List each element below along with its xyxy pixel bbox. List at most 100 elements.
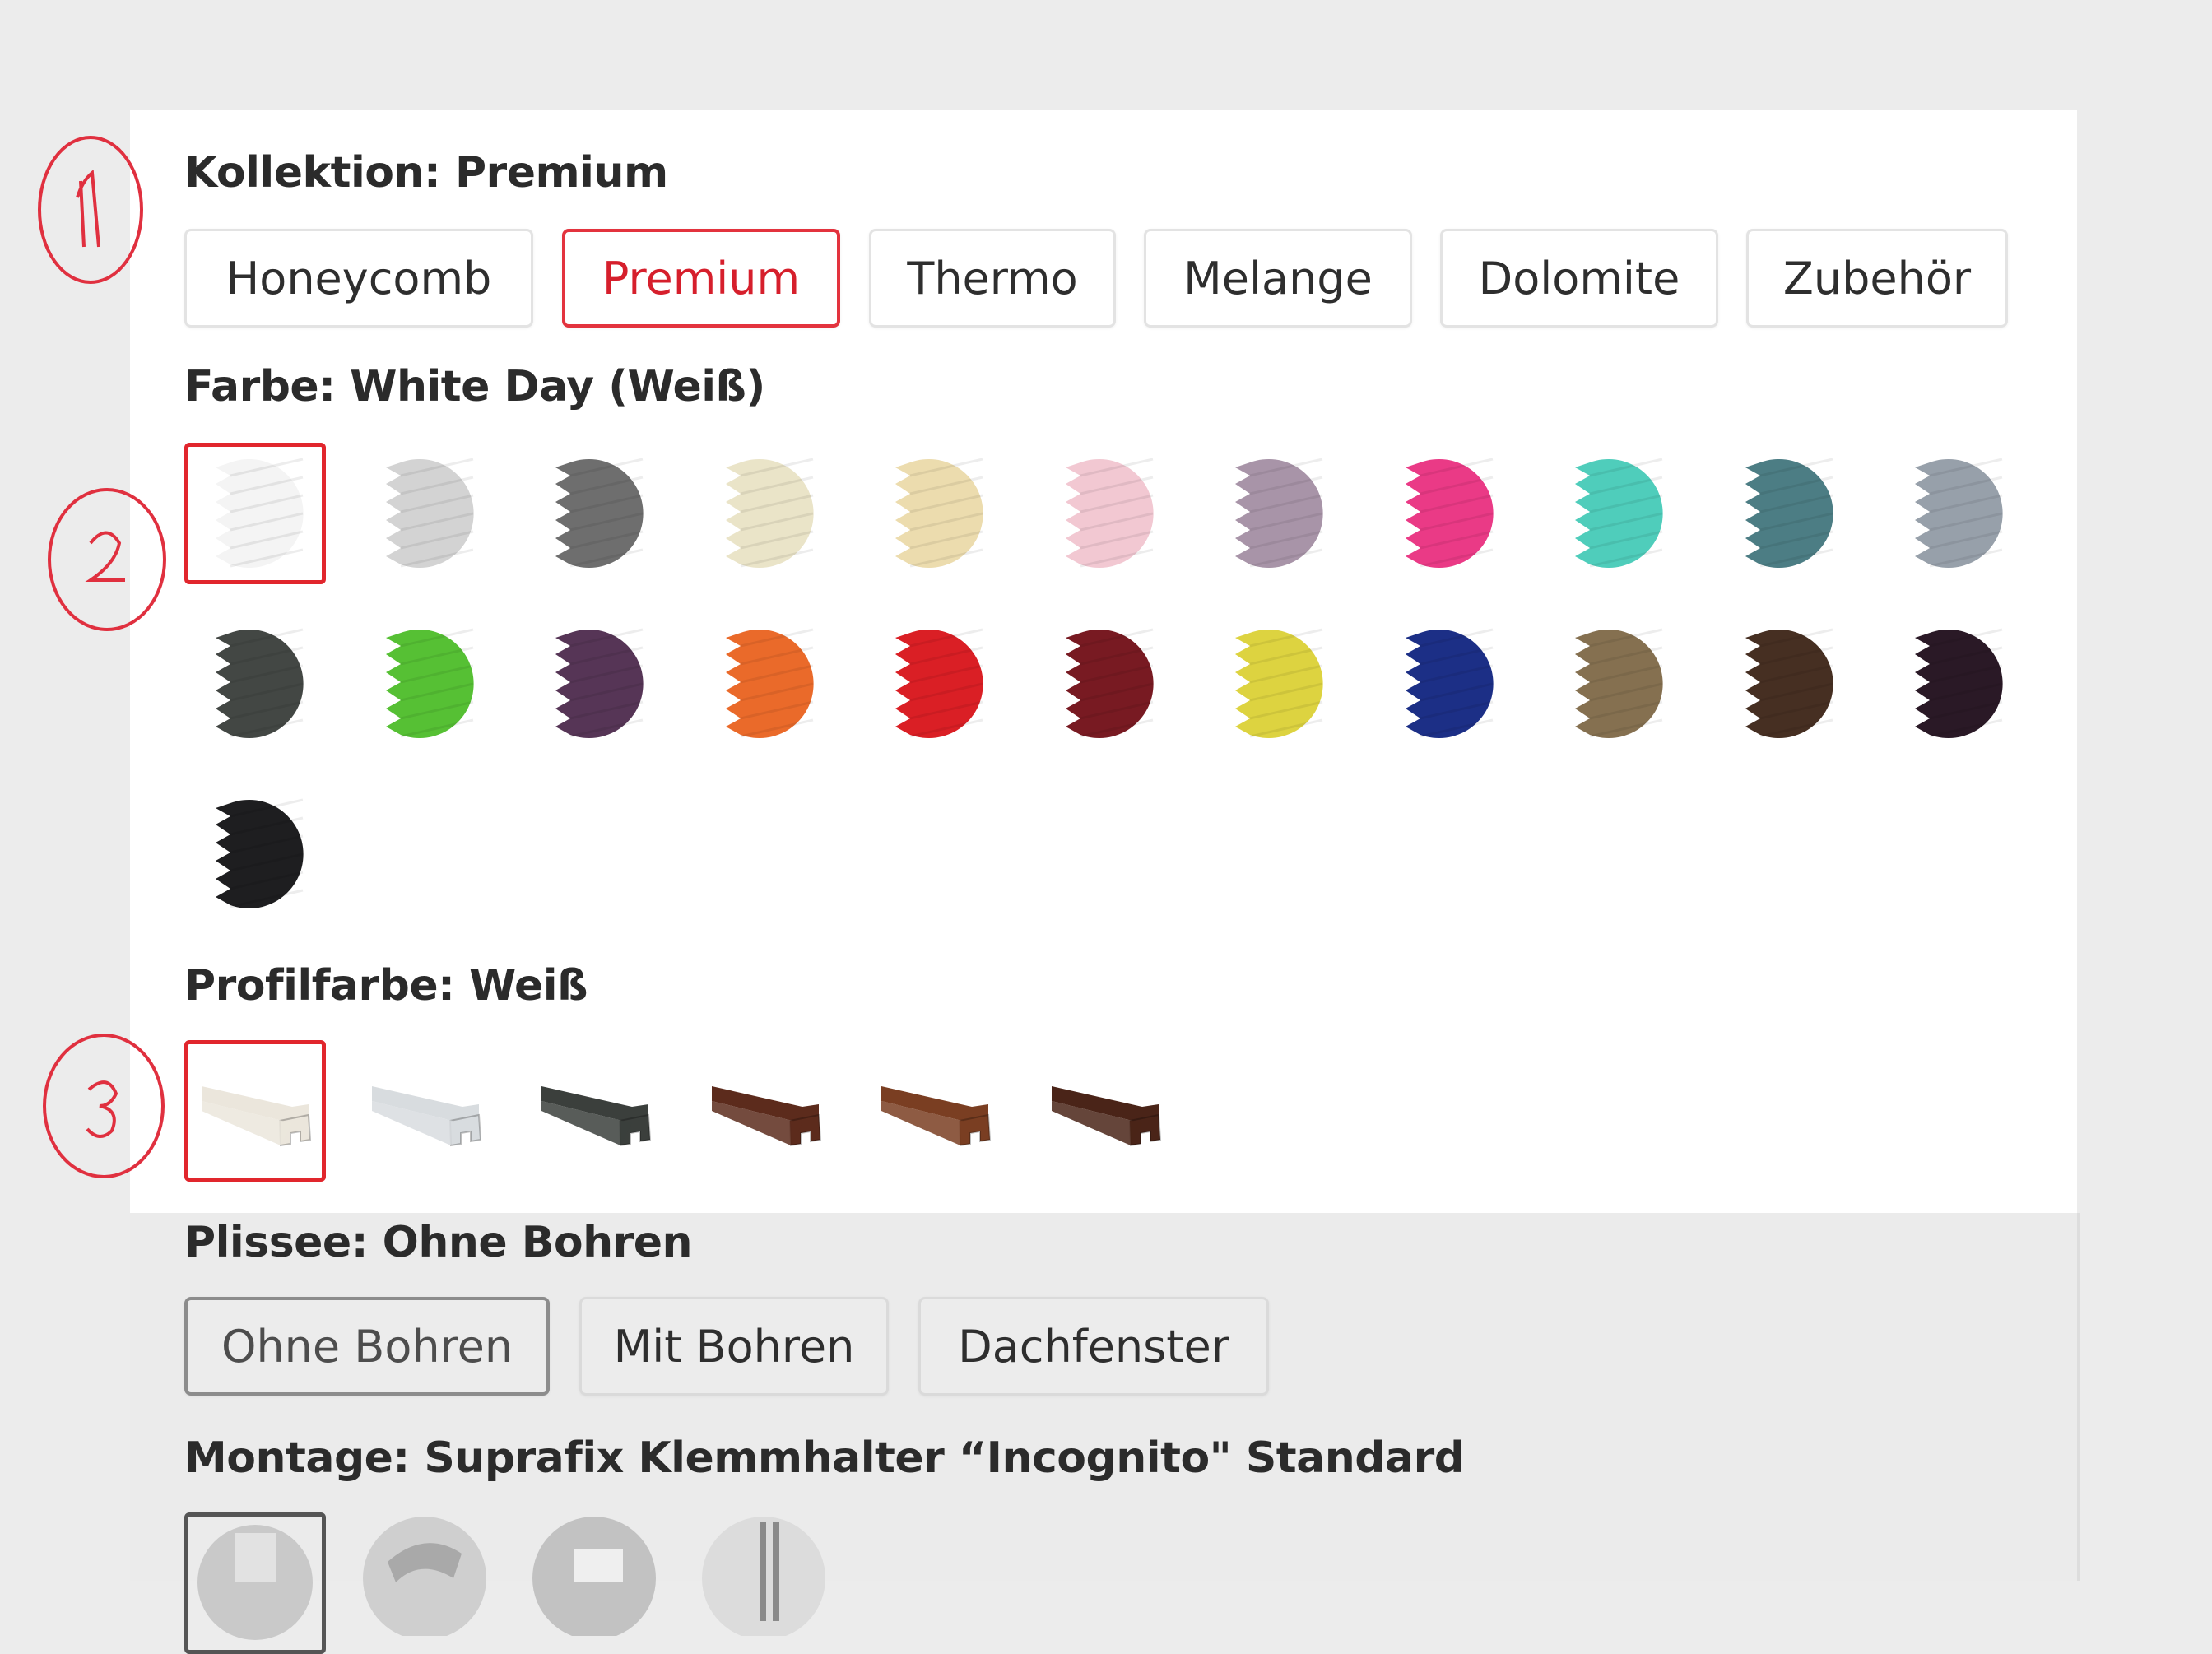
profile-rail-icon [202, 1086, 312, 1147]
color-swatch[interactable] [1884, 613, 2025, 755]
kollektion-option-thermo[interactable]: Thermo [869, 229, 1116, 328]
farbe-label: Farbe: [184, 362, 336, 411]
profile-color-option[interactable] [1034, 1040, 1176, 1182]
montage-option-3[interactable] [523, 1512, 665, 1654]
mount-thumbnail-icon [198, 1525, 313, 1640]
color-swatch[interactable] [695, 443, 836, 584]
pleated-fabric-swatch-icon [1575, 628, 1663, 738]
chip-label: Zubehör [1782, 252, 1972, 304]
kollektion-value: Premium [454, 148, 668, 197]
pleated-fabric-swatch-icon [386, 628, 474, 738]
plissee-option-mit-bohren[interactable]: Mit Bohren [579, 1297, 889, 1396]
kollektion-option-premium[interactable]: Premium [562, 229, 840, 328]
pleated-fabric-swatch-icon [726, 628, 814, 738]
chip-label: Melange [1183, 252, 1373, 304]
kollektion-option-dolomite[interactable]: Dolomite [1440, 229, 1718, 328]
montage-option-2[interactable] [354, 1512, 495, 1654]
chip-label: Premium [602, 252, 801, 304]
pleated-fabric-swatch-icon [1915, 458, 2003, 568]
color-swatch[interactable] [864, 613, 1006, 755]
pleated-fabric-swatch-icon [1235, 628, 1323, 738]
profile-rail-icon [881, 1086, 992, 1147]
chip-label: Ohne Bohren [221, 1320, 514, 1373]
color-swatch[interactable] [1204, 613, 1345, 755]
color-swatch[interactable] [1034, 443, 1176, 584]
pleated-fabric-swatch-icon [1745, 628, 1833, 738]
mount-thumbnail-icon [702, 1517, 825, 1636]
chip-label: Dachfenster [958, 1320, 1229, 1373]
chip-label: Dolomite [1478, 252, 1680, 304]
color-swatch[interactable] [864, 443, 1006, 584]
color-swatch[interactable] [355, 443, 496, 584]
pleated-fabric-swatch-icon [1745, 458, 1833, 568]
pleated-fabric-swatch-icon [216, 798, 304, 908]
color-swatch[interactable] [184, 613, 326, 755]
profilfarbe-value: Weiß [469, 961, 588, 1011]
color-swatch[interactable] [524, 443, 666, 584]
chip-label: Honeycomb [225, 252, 492, 304]
plissee-option-dachfenster[interactable]: Dachfenster [918, 1297, 1269, 1396]
color-swatch[interactable] [1714, 613, 1856, 755]
pleated-fabric-swatch-icon [386, 458, 474, 568]
color-swatch[interactable] [524, 613, 666, 755]
pleated-fabric-swatch-icon [216, 458, 304, 568]
plissee-label: Plissee: [184, 1218, 369, 1267]
profile-color-option[interactable] [864, 1040, 1006, 1182]
color-swatch[interactable] [355, 613, 496, 755]
pleated-fabric-swatch-icon [555, 628, 644, 738]
color-swatch[interactable] [1884, 443, 2025, 584]
pleated-fabric-swatch-icon [1066, 628, 1154, 738]
kollektion-option-melange[interactable]: Melange [1144, 229, 1412, 328]
montage-label: Montage: [184, 1433, 410, 1483]
mount-thumbnail-icon [363, 1517, 486, 1636]
plissee-heading: Plissee: Ohne Bohren [184, 1218, 693, 1267]
profilfarbe-heading: Profilfarbe: Weiß [184, 961, 588, 1011]
color-swatch[interactable] [695, 613, 836, 755]
profile-rail-icon [712, 1086, 822, 1147]
plissee-value: Ohne Bohren [382, 1218, 693, 1267]
profile-color-option[interactable] [695, 1040, 836, 1182]
color-swatch[interactable] [1034, 613, 1176, 755]
annotation-2-icon [48, 488, 166, 631]
pleated-fabric-swatch-icon [1575, 458, 1663, 568]
profile-color-option[interactable] [355, 1040, 496, 1182]
kollektion-label: Kollektion: [184, 148, 441, 197]
profile-color-option[interactable] [524, 1040, 666, 1182]
kollektion-heading: Kollektion: Premium [184, 148, 668, 197]
montage-option-1[interactable] [184, 1512, 326, 1654]
color-swatch[interactable] [184, 443, 326, 584]
pleated-fabric-swatch-icon [1235, 458, 1323, 568]
color-swatch[interactable] [1374, 443, 1516, 584]
farbe-heading: Farbe: White Day (Weiß) [184, 362, 765, 411]
pleated-fabric-swatch-icon [726, 458, 814, 568]
pleated-fabric-swatch-icon [895, 458, 983, 568]
color-swatch[interactable] [1544, 443, 1685, 584]
profilfarbe-label: Profilfarbe: [184, 961, 455, 1011]
montage-heading: Montage: Suprafix Klemmhalter “Incognito… [184, 1433, 1465, 1483]
profile-color-option[interactable] [184, 1040, 326, 1182]
pleated-fabric-swatch-icon [895, 628, 983, 738]
montage-value: Suprafix Klemmhalter “Incognito" Standar… [424, 1433, 1465, 1483]
color-swatch[interactable] [184, 783, 326, 925]
farbe-value: White Day (Weiß) [350, 362, 765, 411]
montage-option-4[interactable] [693, 1512, 834, 1654]
profile-rail-icon [541, 1086, 652, 1147]
chip-label: Mit Bohren [613, 1320, 855, 1373]
annotation-3-icon [43, 1034, 165, 1178]
pleated-fabric-swatch-icon [1406, 458, 1494, 568]
pleated-fabric-swatch-icon [1066, 458, 1154, 568]
profile-rail-icon [372, 1086, 482, 1147]
plissee-option-ohne-bohren[interactable]: Ohne Bohren [184, 1297, 550, 1396]
pleated-fabric-swatch-icon [1406, 628, 1494, 738]
chip-label: Thermo [907, 252, 1078, 304]
pleated-fabric-swatch-icon [555, 458, 644, 568]
color-swatch[interactable] [1374, 613, 1516, 755]
pleated-fabric-swatch-icon [216, 628, 304, 738]
color-swatch[interactable] [1714, 443, 1856, 584]
kollektion-option-honeycomb[interactable]: Honeycomb [184, 229, 533, 328]
mount-thumbnail-icon [532, 1517, 656, 1636]
color-swatch[interactable] [1204, 443, 1345, 584]
profile-rail-icon [1052, 1086, 1162, 1147]
color-swatch[interactable] [1544, 613, 1685, 755]
kollektion-option-zubehoer[interactable]: Zubehör [1746, 229, 2008, 328]
